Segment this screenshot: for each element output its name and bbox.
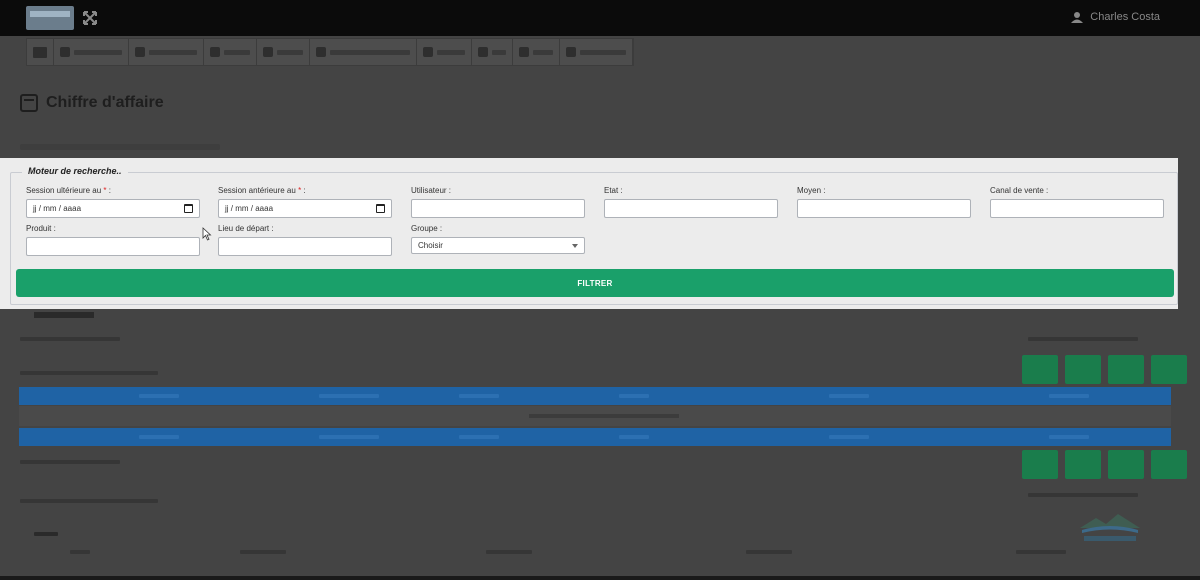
- entries-info-placeholder: [20, 371, 158, 375]
- pagination-top: [1022, 355, 1187, 384]
- field-moyen: Moyen :: [797, 186, 971, 218]
- nav-item-1[interactable]: [54, 39, 129, 65]
- field-session-anterieure: Session antérieure au * : jj / mm / aaaa: [218, 186, 392, 218]
- app-logo[interactable]: [26, 6, 74, 30]
- field-session-ulterieure: Session ultérieure au * : jj / mm / aaaa: [26, 186, 200, 218]
- table-empty-row: [19, 406, 1171, 426]
- moyen-label: Moyen :: [797, 186, 826, 195]
- table-header-top: [19, 387, 1171, 405]
- truck-icon: [519, 47, 529, 57]
- field-groupe: Groupe : Choisir: [411, 224, 585, 254]
- nav-item-8[interactable]: [513, 39, 560, 65]
- page-header: Chiffre d'affaire: [20, 94, 164, 112]
- groupe-label: Groupe :: [411, 224, 443, 233]
- first-page-button[interactable]: [1022, 450, 1058, 479]
- prev-page-button[interactable]: [1065, 450, 1101, 479]
- field-lieu-de-depart: Lieu de départ :: [218, 224, 392, 256]
- top-bar: Charles Costa: [0, 0, 1200, 36]
- user-name: Charles Costa: [1090, 11, 1160, 23]
- nav-item-3[interactable]: [204, 39, 257, 65]
- utilisateur-label: Utilisateur :: [411, 186, 452, 195]
- chevron-down-icon: [572, 243, 578, 248]
- nav-item-7[interactable]: [472, 39, 513, 65]
- etat-label: Etat :: [604, 186, 623, 195]
- card-icon: [210, 47, 220, 57]
- next-page-button[interactable]: [1108, 450, 1144, 479]
- calendar-icon: [423, 47, 433, 57]
- total-cell: [486, 550, 532, 554]
- user-menu[interactable]: Charles Costa: [1070, 11, 1160, 23]
- wrench-icon: [60, 47, 70, 57]
- etat-input[interactable]: [604, 199, 778, 218]
- lieu-de-depart-input[interactable]: [218, 237, 392, 256]
- entries-info-placeholder-bottom: [20, 499, 158, 503]
- next-page-button[interactable]: [1108, 355, 1144, 384]
- nav-item-5[interactable]: [310, 39, 417, 65]
- field-etat: Etat :: [604, 186, 778, 218]
- total-cell: [70, 550, 90, 554]
- pagination-bottom: [1022, 450, 1187, 479]
- table-icon: [263, 47, 273, 57]
- session-ulterieure-date-input[interactable]: jj / mm / aaaa: [26, 199, 200, 218]
- search-box-placeholder-bottom[interactable]: [1028, 493, 1138, 497]
- eye-icon: [566, 47, 576, 57]
- nav-item-6[interactable]: [417, 39, 472, 65]
- calendar-picker-icon[interactable]: [376, 204, 385, 213]
- total-cell: [240, 550, 286, 554]
- produit-input[interactable]: [26, 237, 200, 256]
- main-navigation: [26, 38, 634, 66]
- gears-icon: [135, 47, 145, 57]
- nav-item-9[interactable]: [560, 39, 633, 65]
- last-page-button[interactable]: [1151, 355, 1187, 384]
- total-title-bar: [34, 532, 58, 536]
- page-title: Chiffre d'affaire: [46, 94, 164, 111]
- filter-button[interactable]: FILTRER: [16, 269, 1174, 297]
- search-box-placeholder[interactable]: [1028, 337, 1138, 341]
- total-cell: [1016, 550, 1066, 554]
- user-icon: [1071, 12, 1084, 23]
- nav-item-2[interactable]: [129, 39, 204, 65]
- canal-de-vente-input[interactable]: [990, 199, 1164, 218]
- groupe-selected-value: Choisir: [418, 241, 443, 250]
- field-utilisateur: Utilisateur :: [411, 186, 585, 218]
- bottom-strip: [0, 576, 1200, 580]
- session-ulterieure-label: Session ultérieure au: [26, 186, 102, 195]
- first-page-button[interactable]: [1022, 355, 1058, 384]
- nav-item-4[interactable]: [257, 39, 310, 65]
- session-anterieure-date-input[interactable]: jj / mm / aaaa: [218, 199, 392, 218]
- session-anterieure-label: Session antérieure au: [218, 186, 296, 195]
- nav-item-dashboard[interactable]: [27, 39, 54, 65]
- total-cell: [746, 550, 792, 554]
- lieu-de-depart-label: Lieu de départ :: [218, 224, 274, 233]
- monitor-icon: [33, 46, 47, 58]
- calendar-picker-icon[interactable]: [184, 204, 193, 213]
- canal-de-vente-label: Canal de vente :: [990, 186, 1049, 195]
- table-header-bottom: [19, 428, 1171, 446]
- search-legend: Moteur de recherche..: [22, 166, 128, 176]
- calendar-icon: [20, 94, 38, 112]
- sitemap-icon: [478, 47, 488, 57]
- field-produit: Produit :: [26, 224, 200, 256]
- chevron-left-icon: [316, 47, 326, 57]
- groupe-select[interactable]: Choisir: [411, 237, 585, 254]
- moyen-input[interactable]: [797, 199, 971, 218]
- last-page-button[interactable]: [1151, 450, 1187, 479]
- company-logo-watermark: [1080, 514, 1140, 541]
- mouse-cursor-icon: [202, 227, 212, 241]
- utilisateur-input[interactable]: [411, 199, 585, 218]
- section-title-bar: [34, 312, 94, 318]
- field-canal-de-vente: Canal de vente :: [990, 186, 1164, 218]
- produit-label: Produit :: [26, 224, 56, 233]
- entries-select-placeholder-bottom[interactable]: [20, 460, 120, 464]
- fullscreen-icon[interactable]: [82, 10, 98, 26]
- entries-select-placeholder[interactable]: [20, 337, 120, 341]
- breadcrumb: [20, 144, 220, 150]
- prev-page-button[interactable]: [1065, 355, 1101, 384]
